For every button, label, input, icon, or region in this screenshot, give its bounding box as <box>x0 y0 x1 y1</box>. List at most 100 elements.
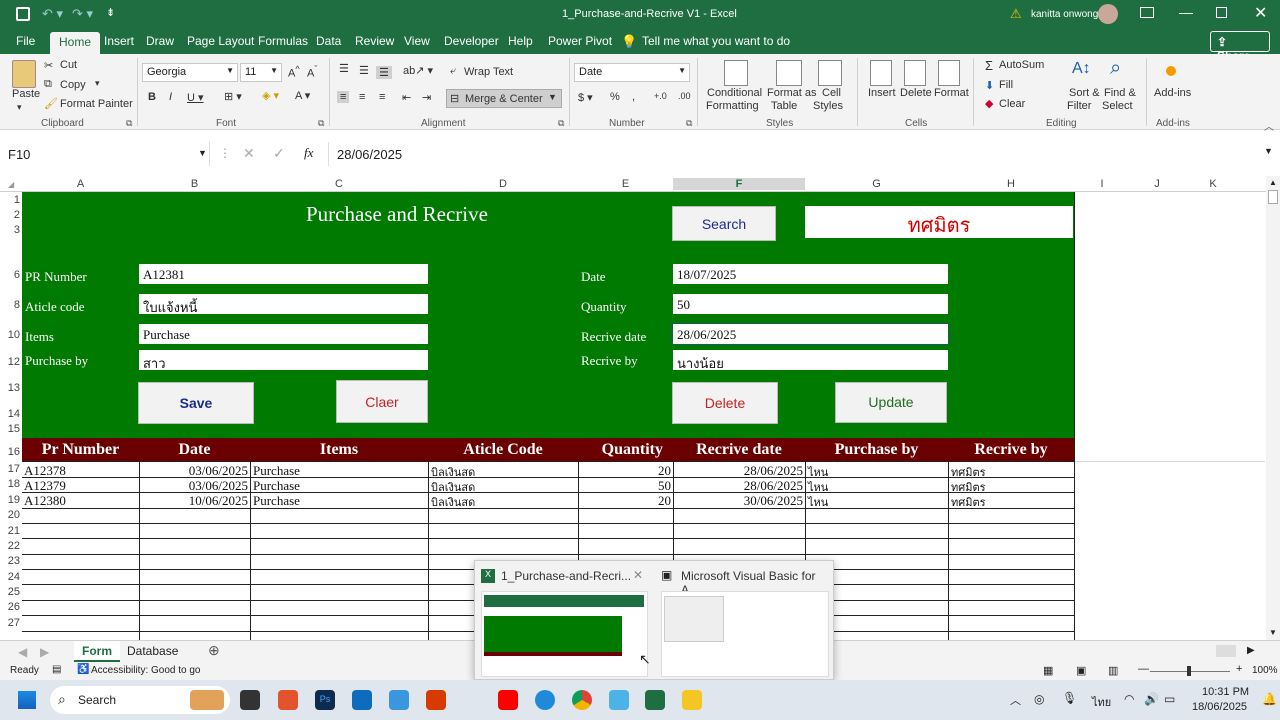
recrive-date-field[interactable]: 28/06/2025 <box>671 322 950 346</box>
table-cell[interactable]: 20 <box>578 463 671 479</box>
format-as-table-button[interactable]: Format as <box>767 87 817 99</box>
align-left-icon[interactable]: ≡ <box>337 91 350 103</box>
excel-taskbar-icon[interactable] <box>645 690 665 710</box>
row-header[interactable]: 18 <box>0 478 20 490</box>
insert-cells-button[interactable]: Insert <box>868 87 896 99</box>
column-header[interactable]: F <box>673 178 805 190</box>
underline-icon[interactable]: U ▾ <box>187 91 204 104</box>
preview-thumbnail-excel[interactable] <box>481 591 648 677</box>
taskbar-search[interactable]: ⌕ Search <box>50 686 230 714</box>
align-center-icon[interactable]: ≡ <box>359 91 365 103</box>
tray-chevron-icon[interactable]: ︿ <box>1010 692 1021 708</box>
zoom-in-icon[interactable]: + <box>1236 663 1242 675</box>
accessibility-status[interactable]: Accessibility: Good to go <box>91 665 201 676</box>
row-header[interactable]: 15 <box>0 423 20 435</box>
cell-styles-button[interactable]: Cell <box>822 87 841 99</box>
qat-customize-icon[interactable]: ⇟ <box>106 6 115 19</box>
wrap-text-button[interactable]: Wrap Text <box>464 66 513 78</box>
page-layout-icon[interactable]: ▣ <box>1076 664 1086 677</box>
find-select-button[interactable]: Find & <box>1104 87 1136 99</box>
task-view-icon[interactable] <box>240 690 260 710</box>
clock-time[interactable]: 10:31 PM <box>1202 686 1249 698</box>
cancel-icon[interactable]: ✕ <box>243 145 255 162</box>
row-header[interactable]: 3 <box>0 224 20 236</box>
normal-view-icon[interactable]: ▦ <box>1043 664 1053 677</box>
notification-icon[interactable]: 🔔 <box>1262 692 1277 706</box>
app-icon[interactable] <box>278 690 298 710</box>
column-header[interactable]: B <box>139 178 250 190</box>
autosum-button[interactable]: AutoSum <box>999 59 1044 71</box>
sort-filter-button[interactable]: Sort & <box>1069 87 1100 99</box>
row-header[interactable]: 1 <box>0 194 20 206</box>
merge-center-button[interactable]: ⊟ Merge & Center ▼ <box>446 89 562 108</box>
clock-date[interactable]: 18/06/2025 <box>1192 701 1247 713</box>
vertical-scrollbar[interactable]: ▲ ▼ <box>1266 176 1280 640</box>
zoom-out-icon[interactable]: — <box>1138 663 1149 675</box>
delete-button[interactable]: Delete <box>672 382 778 424</box>
accessibility-icon[interactable]: ♿ <box>77 664 89 675</box>
battery-icon[interactable]: ▭ <box>1164 692 1175 706</box>
row-header[interactable]: 10 <box>0 329 20 341</box>
column-header[interactable]: J <box>1130 178 1184 190</box>
column-header[interactable]: K <box>1184 178 1242 190</box>
row-header[interactable]: 2 <box>0 209 20 221</box>
table-cell[interactable]: ทศมิตร <box>951 493 986 511</box>
row-header[interactable]: 17 <box>0 463 20 475</box>
tab-power-pivot[interactable]: Power Pivot <box>548 34 612 48</box>
fill-button[interactable]: Fill <box>999 79 1013 91</box>
user-name[interactable]: kanitta onwong <box>1031 9 1098 20</box>
search-value-field[interactable]: ทศมิตร <box>805 206 1073 238</box>
zoom-thumb[interactable] <box>1187 666 1191 676</box>
app-icon[interactable] <box>609 690 629 710</box>
increase-font-icon[interactable]: A^ <box>288 64 300 80</box>
tab-review[interactable]: Review <box>355 34 394 48</box>
row-header[interactable]: 19 <box>0 494 20 506</box>
orientation-icon[interactable]: ab↗ ▾ <box>403 64 433 77</box>
align-bottom-icon[interactable]: ☰ <box>376 66 392 79</box>
tell-me-search[interactable]: Tell me what you want to do <box>642 34 790 48</box>
scroll-up-icon[interactable]: ▲ <box>1269 178 1277 187</box>
row-header[interactable]: 12 <box>0 356 20 368</box>
cut-button[interactable]: Cut <box>60 59 77 71</box>
undo-icon[interactable]: ↶ ▾ <box>42 6 63 22</box>
align-top-icon[interactable]: ☰ <box>339 62 349 75</box>
column-header[interactable]: H <box>948 178 1074 190</box>
save-icon[interactable] <box>16 7 30 21</box>
table-cell[interactable]: 03/06/2025 <box>139 478 248 494</box>
row-header[interactable]: 13 <box>0 382 20 394</box>
items-field[interactable]: Purchase <box>139 324 428 344</box>
select-all-icon[interactable]: ◢ <box>8 180 14 189</box>
table-cell[interactable]: ไหน <box>808 493 828 511</box>
page-break-icon[interactable]: ▥ <box>1108 664 1118 677</box>
decrease-decimal-icon[interactable]: .00 <box>678 91 691 101</box>
search-button[interactable]: Search <box>672 206 776 241</box>
delete-cells-button[interactable]: Delete <box>900 87 932 99</box>
close-preview-icon[interactable]: ✕ <box>633 568 643 582</box>
conditional-formatting-button[interactable]: Conditional <box>707 87 762 99</box>
wifi-icon[interactable]: ◠ <box>1124 692 1134 706</box>
enter-icon[interactable]: ✓ <box>273 145 285 162</box>
paste-dropdown-icon[interactable]: ▾ <box>17 102 22 113</box>
macro-record-icon[interactable]: ▤ <box>52 664 61 675</box>
align-middle-icon[interactable]: ☰ <box>359 64 369 77</box>
font-size-select[interactable]: 11 ▼ <box>240 63 282 82</box>
share-button[interactable]: ⇪ Share <box>1210 31 1270 63</box>
alignment-launcher-icon[interactable]: ⧉ <box>558 118 564 129</box>
row-header[interactable]: 25 <box>0 586 20 598</box>
format-cells-button[interactable]: Format <box>934 87 969 99</box>
font-name-select[interactable]: Georgia ▼ <box>142 63 238 82</box>
tab-view[interactable]: View <box>404 34 430 48</box>
preview-title-excel[interactable]: 1_Purchase-and-Recri... <box>501 569 631 583</box>
column-header[interactable]: E <box>578 178 673 190</box>
format-painter-button[interactable]: Format Painter <box>60 98 133 110</box>
font-color-icon[interactable]: A ▾ <box>295 89 310 102</box>
avatar[interactable] <box>1098 4 1118 24</box>
pr-number-field[interactable]: A12381 <box>139 264 428 284</box>
next-sheet-icon[interactable]: ▶ <box>40 645 49 659</box>
volume-icon[interactable]: 🔊 <box>1144 692 1159 706</box>
preview-thumbnail-vba[interactable] <box>661 591 829 677</box>
table-cell[interactable]: บิลเงินสด <box>431 493 475 511</box>
scroll-left-icon[interactable] <box>1216 645 1236 657</box>
article-code-field[interactable]: ใบแจ้งหนี้ <box>139 294 428 315</box>
add-sheet-icon[interactable]: ⊕ <box>208 642 220 659</box>
